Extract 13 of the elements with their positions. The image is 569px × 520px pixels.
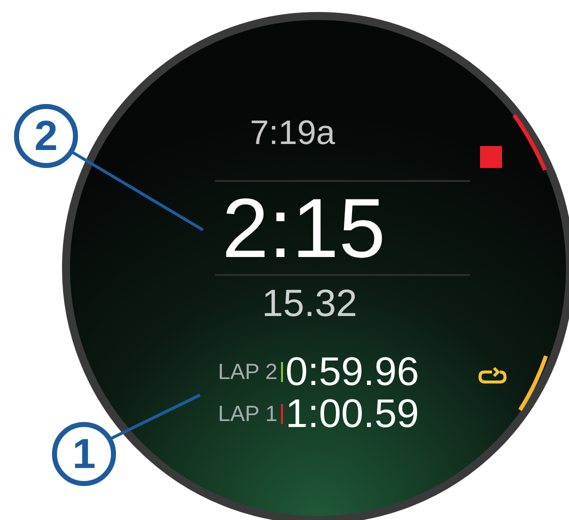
arc-gauge <box>518 355 548 412</box>
lap-label: LAP 1 <box>218 403 278 425</box>
distance-value: 15.32 <box>262 285 358 323</box>
lap-label: LAP 2 <box>218 361 278 383</box>
timer-value: 2:15 <box>222 186 386 270</box>
time-of-day: 7:19a <box>250 116 336 150</box>
stop-icon <box>480 146 502 168</box>
lap-time: 1:00.59 <box>286 394 420 434</box>
lap-time: 0:59.96 <box>286 352 420 392</box>
lap-icon <box>478 366 506 384</box>
callout-number: 2 <box>14 104 78 168</box>
arc-gauge <box>512 114 547 171</box>
callout-number: 1 <box>52 422 116 486</box>
